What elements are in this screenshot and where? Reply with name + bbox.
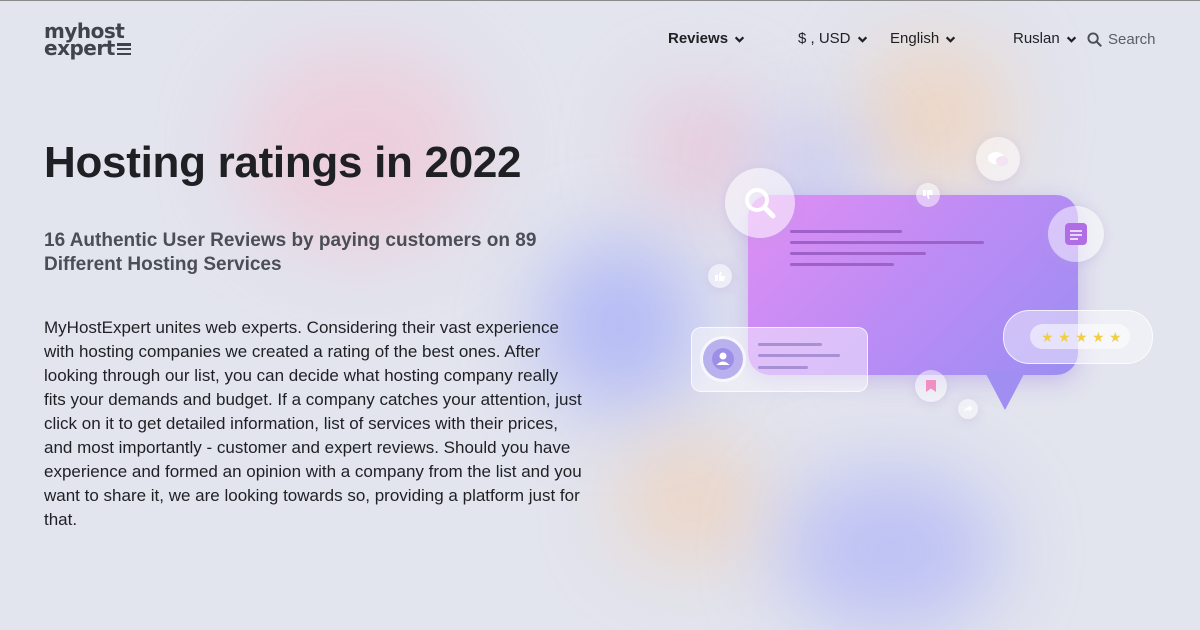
page-subtitle: 16 Authentic User Reviews by paying cust… [44,230,537,275]
bookmark-badge [915,370,947,402]
bubble-line [790,230,902,233]
brand-logo[interactable]: myhost expert [44,21,144,63]
bubble-line [790,241,984,244]
bg-blob-peach-2 [620,440,760,560]
bubble-line [790,263,894,266]
chat-bubble-tail [985,372,1025,410]
menu-icon[interactable] [117,43,131,56]
nav-currency[interactable]: $ , USD [798,30,868,48]
thumbs-up-icon [715,272,725,281]
bubble-line [790,252,926,255]
bg-blob-blue-3 [780,470,1000,630]
search-badge [725,168,795,238]
star-icon: ★ [1092,329,1105,345]
star-icon: ★ [1041,329,1054,345]
page-description: MyHostExpert unites web experts. Conside… [44,318,582,529]
user-review-card [691,327,868,392]
nav-language[interactable]: English [890,30,956,48]
search-button[interactable]: Search [1087,31,1156,48]
card-line [758,366,808,369]
bookmark-icon [926,380,936,392]
document-icon [1065,223,1087,245]
nav-reviews[interactable]: Reviews [668,30,745,48]
chevron-down-icon [857,36,867,43]
top-border [0,0,1200,1]
card-line [758,343,822,346]
share-icon [964,405,973,412]
card-line [758,354,840,357]
nav-language-label: English [890,30,940,47]
thumbs-up-badge [708,264,732,288]
share-badge [958,399,978,419]
nav-reviews-label: Reviews [668,30,729,47]
chevron-down-icon [946,36,956,43]
nav-user-label: Ruslan [1013,30,1060,47]
chat-badge [976,137,1020,181]
search-icon [745,188,776,219]
page-title: Hosting ratings in 2022 [44,138,522,187]
user-icon [712,348,734,370]
chat-icon [988,152,1008,166]
star-icon: ★ [1109,329,1122,345]
star-icon: ★ [1075,329,1088,345]
thumbs-down-badge [916,183,940,207]
thumbs-down-icon [923,190,933,199]
star-icon: ★ [1058,329,1071,345]
chevron-down-icon [1066,36,1076,43]
document-badge [1048,206,1104,262]
search-icon [1087,32,1102,47]
logo-line2: expert [44,36,115,60]
avatar [703,339,743,379]
nav-user[interactable]: Ruslan [1013,30,1077,48]
nav-currency-label: $ , USD [798,30,851,47]
chevron-down-icon [734,36,745,43]
search-label: Search [1108,31,1156,48]
